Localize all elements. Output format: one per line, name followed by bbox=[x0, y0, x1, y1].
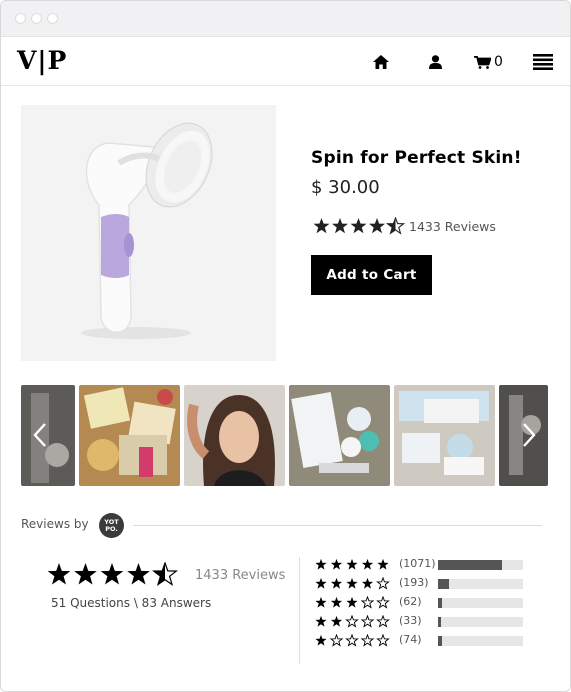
distribution-stars-icon[interactable] bbox=[315, 558, 393, 571]
product-image bbox=[21, 105, 276, 361]
gallery-prev-button[interactable] bbox=[31, 422, 51, 448]
site-logo[interactable]: V|P bbox=[17, 46, 67, 75]
menu-icon[interactable] bbox=[533, 54, 553, 70]
window-minimize-button[interactable] bbox=[31, 13, 42, 24]
window-titlebar bbox=[1, 1, 570, 37]
distribution-bar-fill bbox=[438, 598, 442, 608]
distribution-stars-icon[interactable] bbox=[315, 615, 393, 628]
questions-answers-link[interactable]: 51 Questions \ 83 Answers bbox=[51, 596, 211, 610]
reviews-by-label: Reviews by bbox=[21, 517, 89, 531]
cart-count[interactable]: 0 bbox=[494, 54, 503, 70]
reviews-divider bbox=[133, 525, 542, 526]
photo-gallery bbox=[21, 385, 548, 486]
distribution-bar bbox=[438, 598, 523, 608]
home-icon[interactable] bbox=[373, 55, 389, 69]
gallery-thumb[interactable] bbox=[289, 385, 390, 486]
distribution-bar bbox=[438, 636, 523, 646]
average-rating-stars-icon bbox=[47, 562, 177, 586]
site-header: V|P 0 bbox=[1, 37, 570, 86]
yotpo-badge-icon[interactable]: YOT PO. bbox=[99, 513, 124, 538]
distribution-count: (33) bbox=[399, 614, 422, 627]
product-title: Spin for Perfect Skin! bbox=[311, 148, 522, 168]
distribution-count: (1071) bbox=[399, 557, 436, 570]
distribution-stars-icon[interactable] bbox=[315, 577, 393, 590]
product-reviews-link[interactable]: 1433 Reviews bbox=[409, 219, 496, 234]
user-icon[interactable] bbox=[429, 55, 442, 69]
gallery-thumb[interactable] bbox=[394, 385, 495, 486]
distribution-bar bbox=[438, 617, 523, 627]
chevron-right-icon bbox=[523, 423, 536, 447]
window-close-button[interactable] bbox=[15, 13, 26, 24]
distribution-stars-icon[interactable] bbox=[315, 634, 393, 647]
chevron-left-icon bbox=[33, 423, 46, 447]
distribution-bar-fill bbox=[438, 617, 441, 627]
gallery-thumb[interactable] bbox=[79, 385, 180, 486]
add-to-cart-button[interactable]: Add to Cart bbox=[311, 255, 432, 295]
distribution-count: (193) bbox=[399, 576, 429, 589]
distribution-bar-fill bbox=[438, 560, 502, 570]
reviews-vertical-divider bbox=[299, 557, 300, 664]
product-rating-stars[interactable] bbox=[313, 217, 405, 235]
distribution-bar-fill bbox=[438, 636, 442, 646]
distribution-bar bbox=[438, 579, 523, 589]
rating-stars-icon bbox=[313, 217, 405, 234]
window-maximize-button[interactable] bbox=[47, 13, 58, 24]
browser-window: V|P 0 Spin for Perfect Skin! $ 30.00 143… bbox=[0, 0, 571, 692]
gallery-next-button[interactable] bbox=[518, 422, 538, 448]
distribution-count: (74) bbox=[399, 633, 422, 646]
distribution-bar-fill bbox=[438, 579, 449, 589]
gallery-thumb[interactable] bbox=[184, 385, 285, 486]
product-price: $ 30.00 bbox=[311, 177, 380, 198]
distribution-stars-icon[interactable] bbox=[315, 596, 393, 609]
total-reviews-count: 1433 Reviews bbox=[195, 568, 286, 583]
distribution-bar bbox=[438, 560, 523, 570]
cart-icon[interactable] bbox=[474, 56, 491, 69]
distribution-count: (62) bbox=[399, 595, 422, 608]
